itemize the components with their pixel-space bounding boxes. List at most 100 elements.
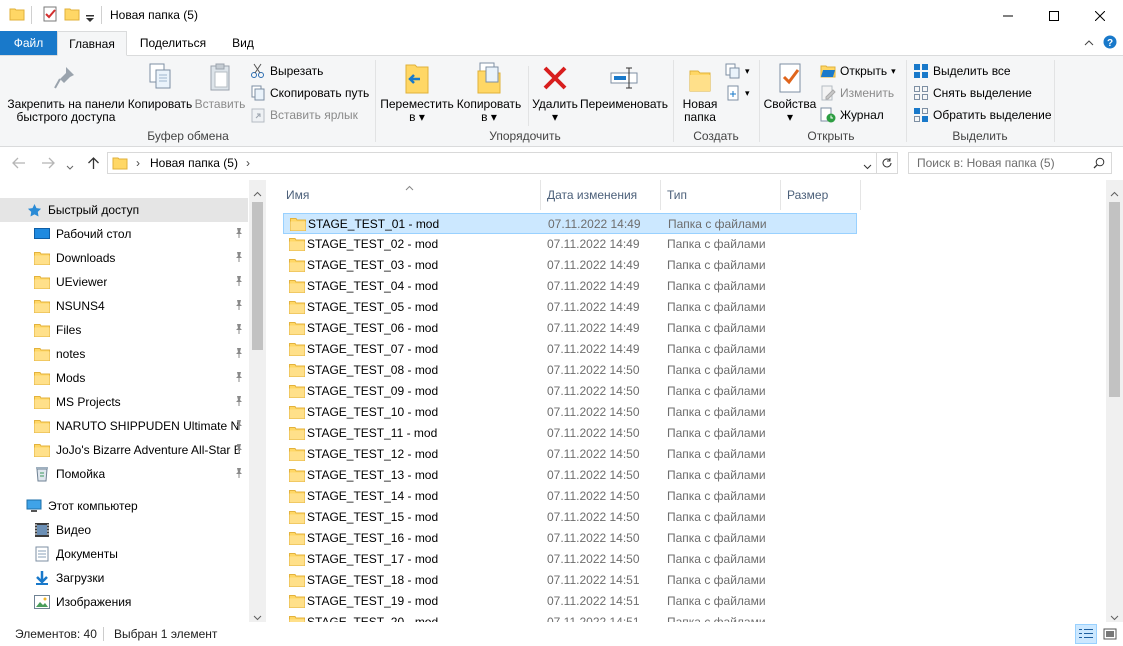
pin-icon[interactable] [234,251,244,266]
table-row[interactable]: STAGE_TEST_13 - mod 07.11.2022 14:50 Папка… [283,465,857,486]
open-button[interactable]: Открыть ▾ [820,61,896,81]
search-input[interactable]: Поиск в: Новая папка (5) [908,152,1112,174]
forward-icon[interactable] [41,157,55,172]
close-button[interactable] [1077,0,1123,31]
select-none-button[interactable]: Снять выделение [913,83,1032,103]
table-row[interactable]: STAGE_TEST_09 - mod 07.11.2022 14:50 Папка… [283,381,857,402]
pin-icon[interactable] [234,443,244,458]
table-row[interactable]: STAGE_TEST_11 - mod 07.11.2022 14:50 Папка… [283,423,857,444]
select-all-button[interactable]: Выделить все [913,61,1011,81]
up-icon[interactable] [87,156,100,173]
table-row[interactable]: STAGE_TEST_14 - mod 07.11.2022 14:50 Папка… [283,486,857,507]
tab-file[interactable]: Файл [0,31,57,55]
table-row[interactable]: STAGE_TEST_04 - mod 07.11.2022 14:49 Папка… [283,276,857,297]
nav-item[interactable]: Рабочий стол [0,222,248,246]
easy-access-button[interactable]: ▾ [725,83,750,103]
column-date-modified[interactable]: Дата изменения [539,180,659,210]
pin-icon[interactable] [234,323,244,338]
copy-button[interactable]: Копировать [126,60,194,111]
rename-button[interactable]: Переименовать [580,60,668,111]
table-row[interactable]: STAGE_TEST_20 - mod 07.11.2022 14:51 Папка… [283,612,857,622]
copy-path-button[interactable]: Скопировать путь [250,83,369,103]
address-bar[interactable]: › Новая папка (5) › [107,152,877,174]
customize-toolbar-icon[interactable] [85,12,95,26]
help-icon[interactable]: ? [1103,35,1117,52]
address-dropdown-icon[interactable] [863,159,872,173]
column-size[interactable]: Размер [779,180,859,210]
nav-scrollbar[interactable] [249,180,266,622]
pin-icon[interactable] [234,347,244,362]
table-row[interactable]: STAGE_TEST_12 - mod 07.11.2022 14:50 Папка… [283,444,857,465]
table-row[interactable]: STAGE_TEST_06 - mod 07.11.2022 14:49 Папка… [283,318,857,339]
nav-pc-item[interactable]: Загрузки [0,566,248,590]
tab-view[interactable]: Вид [220,31,266,55]
table-row[interactable]: STAGE_TEST_07 - mod 07.11.2022 14:49 Папка… [283,339,857,360]
table-row[interactable]: STAGE_TEST_01 - mod 07.11.2022 14:49 Папка… [283,213,857,234]
breadcrumb-path[interactable]: Новая папка (5) [150,156,238,170]
nav-item[interactable]: UEviewer [0,270,248,294]
history-button[interactable]: Журнал [820,105,884,125]
pin-icon[interactable] [234,419,244,434]
nav-item[interactable]: JoJo's Bizarre Adventure All-Star B [0,438,248,462]
breadcrumb-chevron-icon[interactable]: › [136,156,140,170]
invert-selection-button[interactable]: Обратить выделение [913,105,1052,125]
nav-pc-item[interactable]: Видео [0,518,248,542]
table-row[interactable]: STAGE_TEST_19 - mod 07.11.2022 14:51 Папка… [283,591,857,612]
back-icon[interactable] [12,157,26,172]
recent-locations-icon[interactable] [66,160,74,174]
scroll-down-icon[interactable] [253,610,262,622]
nav-item[interactable]: Files [0,318,248,342]
nav-item[interactable]: MS Projects [0,390,248,414]
pin-icon[interactable] [234,467,244,482]
new-folder-icon[interactable] [64,6,80,25]
pin-icon[interactable] [234,227,244,242]
table-row[interactable]: STAGE_TEST_02 - mod 07.11.2022 14:49 Папка… [283,234,857,255]
scroll-up-icon[interactable] [1110,186,1119,200]
nav-pc-item[interactable]: Изображения [0,590,248,614]
content-scrollbar[interactable] [1106,180,1123,622]
table-row[interactable]: STAGE_TEST_03 - mod 07.11.2022 14:49 Папка… [283,255,857,276]
new-item-button[interactable]: ▾ [725,61,750,81]
cut-button[interactable]: Вырезать [250,61,323,81]
table-row[interactable]: STAGE_TEST_18 - mod 07.11.2022 14:51 Папка… [283,570,857,591]
move-to-button[interactable]: Переместить в ▾ [380,60,454,124]
pin-icon[interactable] [234,299,244,314]
nav-scroll-thumb[interactable] [252,202,263,350]
table-row[interactable]: STAGE_TEST_05 - mod 07.11.2022 14:49 Папка… [283,297,857,318]
minimize-button[interactable] [985,0,1031,31]
column-type[interactable]: Тип [659,180,779,210]
table-row[interactable]: STAGE_TEST_08 - mod 07.11.2022 14:50 Папка… [283,360,857,381]
table-row[interactable]: STAGE_TEST_17 - mod 07.11.2022 14:50 Папка… [283,549,857,570]
details-view-button[interactable] [1075,624,1097,644]
pin-icon[interactable] [234,275,244,290]
edit-button[interactable]: Изменить [820,83,894,103]
pin-icon[interactable] [234,395,244,410]
large-icons-view-button[interactable] [1099,624,1121,644]
paste-shortcut-button[interactable]: Вставить ярлык [250,105,358,125]
table-row[interactable]: STAGE_TEST_16 - mod 07.11.2022 14:50 Папка… [283,528,857,549]
pin-quick-access-button[interactable]: Закрепить на панели быстрого доступа [6,60,126,124]
properties-button[interactable]: Свойства ▾ [762,60,818,124]
column-name[interactable]: Имя [278,180,540,210]
scroll-up-icon[interactable] [253,186,262,200]
pin-icon[interactable] [234,371,244,386]
breadcrumb-chevron-icon[interactable]: › [246,156,250,170]
tab-share[interactable]: Поделиться [132,31,214,55]
new-folder-button[interactable]: Новая папка [678,60,722,124]
maximize-button[interactable] [1031,0,1077,31]
table-row[interactable]: STAGE_TEST_15 - mod 07.11.2022 14:50 Папка… [283,507,857,528]
nav-item[interactable]: NSUNS4 [0,294,248,318]
nav-item[interactable]: Помойка [0,462,248,486]
properties-icon[interactable] [42,6,58,25]
nav-item[interactable]: NARUTO SHIPPUDEN Ultimate Ni [0,414,248,438]
collapse-ribbon-icon[interactable] [1084,36,1094,50]
nav-item[interactable]: Downloads [0,246,248,270]
delete-button[interactable]: Удалить ▾ [531,60,579,124]
nav-this-pc[interactable]: Этот компьютер [0,494,248,518]
nav-quick-access[interactable]: Быстрый доступ [0,198,248,222]
nav-pc-item[interactable]: Документы [0,542,248,566]
paste-button[interactable]: Вставить [194,60,246,111]
content-scroll-thumb[interactable] [1109,202,1120,397]
scroll-down-icon[interactable] [1110,610,1119,622]
refresh-button[interactable] [876,152,898,174]
